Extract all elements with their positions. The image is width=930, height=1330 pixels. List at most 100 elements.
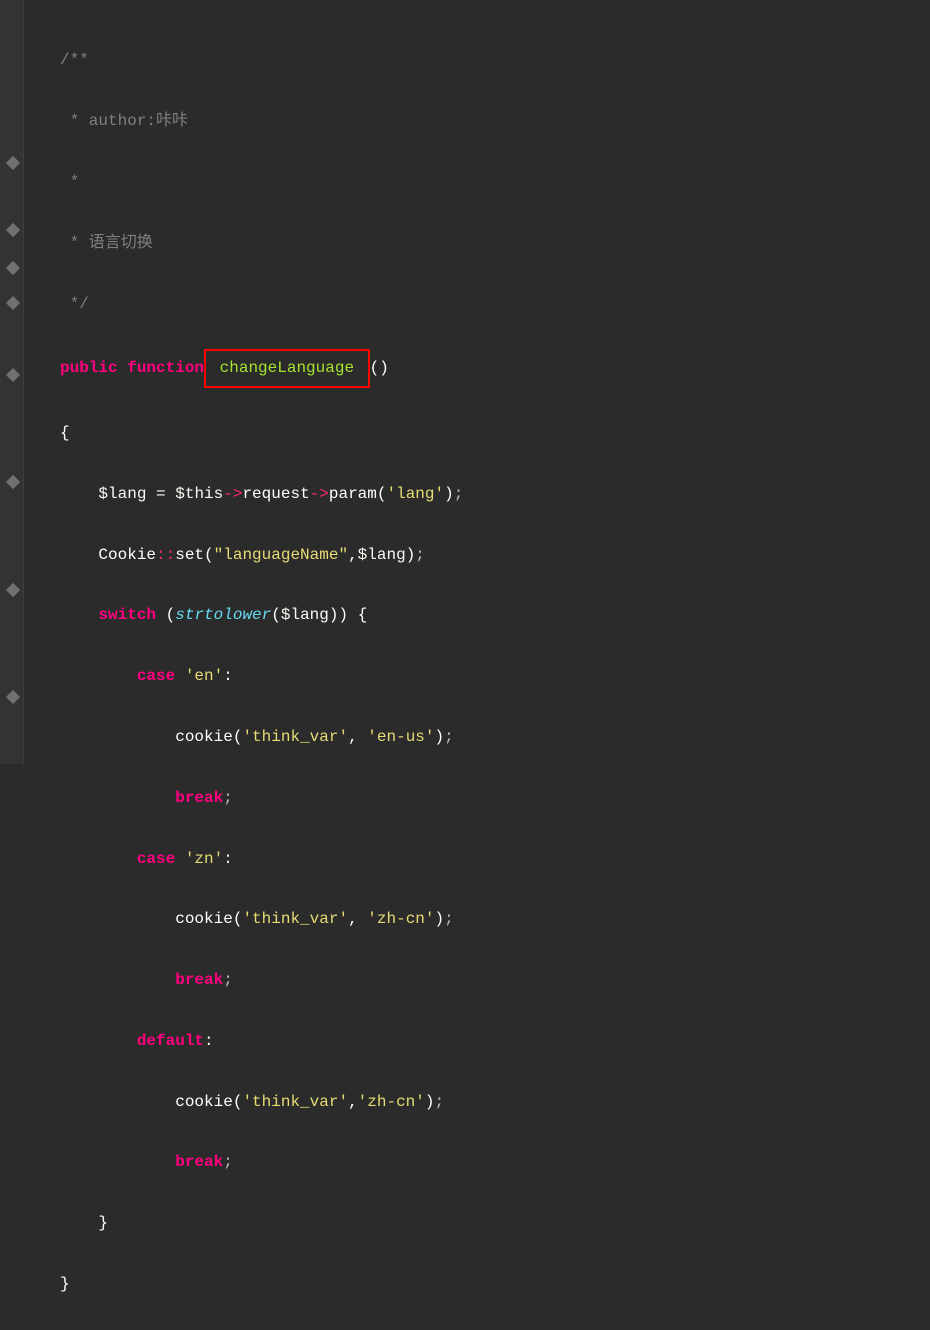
brace-open: { [358, 606, 368, 624]
keyword-break: break [175, 1153, 223, 1171]
string-literal: 'en-us' [367, 728, 434, 746]
code-line: case 'zn': [60, 844, 930, 874]
keyword-break: break [175, 789, 223, 807]
code-line: switch (strtolower($lang)) { [60, 600, 930, 630]
highlighted-function-name: changeLanguage [204, 349, 370, 387]
fold-marker-icon[interactable] [6, 583, 20, 597]
comment-text: * [60, 173, 79, 191]
keyword-case: case [137, 850, 175, 868]
property: request [242, 485, 309, 503]
variable: $lang [358, 546, 406, 564]
code-line: cookie('think_var', 'en-us'); [60, 722, 930, 752]
code-line: cookie('think_var', 'zh-cn'); [60, 904, 930, 934]
keyword-switch: switch [98, 606, 156, 624]
code-line: cookie('think_var','zh-cn'); [60, 1087, 930, 1117]
code-line: * [60, 167, 930, 197]
fold-marker-icon[interactable] [6, 223, 20, 237]
code-line: * 语言切换 [60, 228, 930, 258]
code-line: } [60, 1208, 930, 1238]
code-line: * author:咔咔 [60, 106, 930, 136]
semicolon: ; [223, 971, 233, 989]
paren-close: ) [338, 606, 348, 624]
code-line: { [60, 418, 930, 448]
code-line: break; [60, 965, 930, 995]
comma: , [348, 546, 358, 564]
builtin-function: strtolower [175, 606, 271, 624]
editor-gutter [0, 0, 24, 764]
semicolon: ; [454, 485, 464, 503]
code-line: default: [60, 1026, 930, 1056]
string-literal: 'zh-cn' [358, 1093, 425, 1111]
paren-close: ) [425, 1093, 435, 1111]
comment-text: * 语言切换 [60, 234, 153, 252]
fold-marker-icon[interactable] [6, 261, 20, 275]
comment-text: /** [60, 51, 89, 69]
fold-marker-icon[interactable] [6, 296, 20, 310]
paren-close: ) [406, 546, 416, 564]
double-colon: :: [156, 546, 175, 564]
code-line: break; [60, 783, 930, 813]
code-line: break; [60, 1147, 930, 1177]
comma: , [348, 728, 358, 746]
semicolon: ; [444, 910, 454, 928]
keyword-break: break [175, 971, 223, 989]
string-literal: 'zn' [185, 850, 223, 868]
brace-close: } [60, 1275, 70, 1293]
code-line: /** [60, 45, 930, 75]
code-line: } [60, 1269, 930, 1299]
fold-marker-icon[interactable] [6, 690, 20, 704]
semicolon: ; [223, 1153, 233, 1171]
string-literal: 'think_var' [242, 910, 348, 928]
paren-open: ( [166, 606, 176, 624]
semicolon: ; [223, 789, 233, 807]
fold-marker-icon[interactable] [6, 475, 20, 489]
arrow-operator: -> [310, 485, 329, 503]
colon: : [223, 850, 233, 868]
brace-open: { [60, 424, 70, 442]
paren-open: ( [233, 728, 243, 746]
keyword-public: public [60, 359, 118, 377]
method: set [175, 546, 204, 564]
equals: = [146, 485, 175, 503]
code-line: Cookie::set("languageName",$lang); [60, 540, 930, 570]
parens: () [370, 359, 389, 377]
brace-close: } [98, 1214, 108, 1232]
code-line: public function changeLanguage () [60, 349, 930, 387]
paren-open: ( [233, 910, 243, 928]
comma: , [348, 1093, 358, 1111]
paren-open: ( [271, 606, 281, 624]
string-literal: 'think_var' [242, 728, 348, 746]
arrow-operator: -> [223, 485, 242, 503]
comment-text: * author:咔咔 [60, 112, 188, 130]
function-call: cookie [175, 1093, 233, 1111]
string-literal: 'think_var' [242, 1093, 348, 1111]
code-line: $lang = $this->request->param('lang'); [60, 479, 930, 509]
paren-open: ( [204, 546, 214, 564]
colon: : [223, 667, 233, 685]
variable: $lang [98, 485, 146, 503]
string-literal: 'zh-cn' [367, 910, 434, 928]
string-literal: 'en' [185, 667, 223, 685]
semicolon: ; [415, 546, 425, 564]
paren-open: ( [377, 485, 387, 503]
fold-marker-icon[interactable] [6, 156, 20, 170]
function-call: cookie [175, 910, 233, 928]
fold-marker-icon[interactable] [6, 368, 20, 382]
keyword-default: default [137, 1032, 204, 1050]
code-line: */ [60, 289, 930, 319]
comma: , [348, 910, 358, 928]
comment-text: */ [60, 295, 89, 313]
keyword-function: function [127, 359, 204, 377]
paren-open: ( [233, 1093, 243, 1111]
semicolon: ; [435, 1093, 445, 1111]
keyword-case: case [137, 667, 175, 685]
colon: : [204, 1032, 214, 1050]
function-name-text: changeLanguage [210, 359, 364, 377]
semicolon: ; [444, 728, 454, 746]
code-line: case 'en': [60, 661, 930, 691]
class-name: Cookie [98, 546, 156, 564]
function-call: cookie [175, 728, 233, 746]
code-editor-content[interactable]: /** * author:咔咔 * * 语言切换 */ public funct… [0, 0, 930, 1330]
variable: $lang [281, 606, 329, 624]
string-literal: "languageName" [214, 546, 348, 564]
